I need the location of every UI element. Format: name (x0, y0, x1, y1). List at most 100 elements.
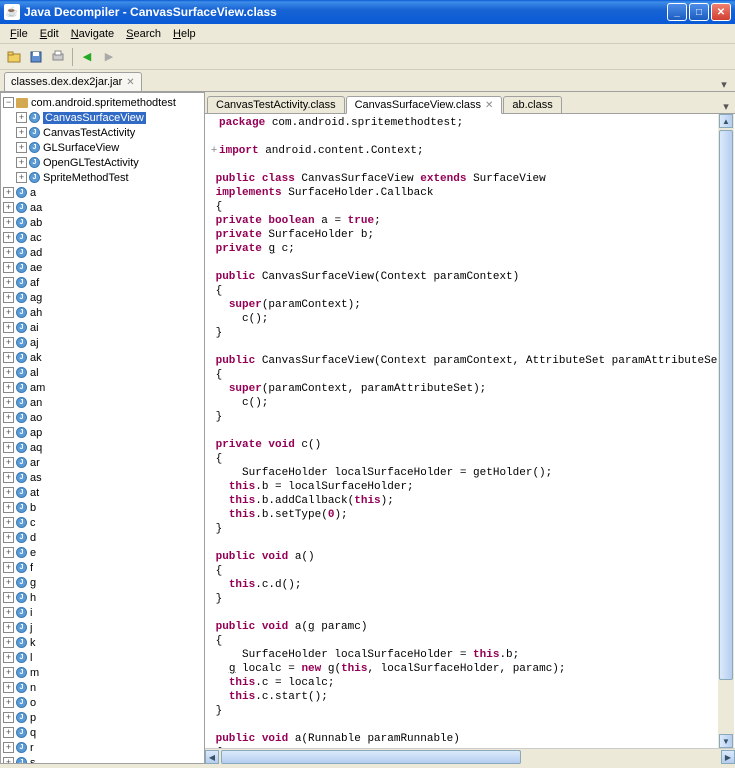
tree-row[interactable]: +Jan (1, 395, 204, 410)
tree-row[interactable]: +Jaf (1, 275, 204, 290)
scroll-thumb[interactable] (221, 750, 521, 764)
tree-row[interactable]: +Jac (1, 230, 204, 245)
tree-expander-icon[interactable]: + (3, 232, 14, 243)
tree-label[interactable]: ai (30, 322, 39, 334)
tree-row[interactable]: +Jp (1, 710, 204, 725)
tree-row[interactable]: +Jf (1, 560, 204, 575)
tree-expander-icon[interactable]: + (3, 412, 14, 423)
tree-label[interactable]: b (30, 502, 36, 514)
maximize-button[interactable]: □ (689, 3, 709, 21)
tree-label[interactable]: an (30, 397, 42, 409)
menu-file[interactable]: File (4, 26, 34, 42)
tree-label[interactable]: ar (30, 457, 40, 469)
tree-label[interactable]: ap (30, 427, 42, 439)
tree-expander-icon[interactable]: + (3, 472, 14, 483)
tree-expander-icon[interactable]: + (3, 742, 14, 753)
tree-row[interactable]: +Jaj (1, 335, 204, 350)
tree-row[interactable]: +Jaq (1, 440, 204, 455)
tree-label[interactable]: al (30, 367, 39, 379)
close-button[interactable]: ✕ (711, 3, 731, 21)
tree-row[interactable]: +Jl (1, 650, 204, 665)
editor-tab[interactable]: CanvasSurfaceView.class✕ (346, 96, 503, 114)
tree-expander-icon[interactable]: + (16, 157, 27, 168)
tree-row[interactable]: +Jae (1, 260, 204, 275)
tree-label[interactable]: k (30, 637, 36, 649)
tree-label[interactable]: ad (30, 247, 42, 259)
tree-row[interactable]: +Jg (1, 575, 204, 590)
tree-expander-icon[interactable]: + (3, 262, 14, 273)
tree-label[interactable]: f (30, 562, 33, 574)
package-tree[interactable]: − com.android.spritemethodtest+JCanvasSur… (0, 92, 205, 764)
tree-label[interactable]: ak (30, 352, 42, 364)
back-button[interactable]: ◀ (77, 47, 97, 67)
tree-expander-icon[interactable]: + (3, 187, 14, 198)
tree-label[interactable]: ab (30, 217, 42, 229)
tree-row[interactable]: +Je (1, 545, 204, 560)
tree-label[interactable]: com.android.spritemethodtest (31, 97, 176, 109)
tree-label[interactable]: aa (30, 202, 42, 214)
tree-row[interactable]: +Jj (1, 620, 204, 635)
tree-label[interactable]: aj (30, 337, 39, 349)
open-button[interactable] (4, 47, 24, 67)
tree-expander-icon[interactable]: + (3, 442, 14, 453)
tree-label[interactable]: h (30, 592, 36, 604)
tree-row[interactable]: +Jk (1, 635, 204, 650)
tree-expander-icon[interactable]: + (3, 277, 14, 288)
tree-row[interactable]: +Jo (1, 695, 204, 710)
tree-row[interactable]: +Jar (1, 455, 204, 470)
tree-label[interactable]: ag (30, 292, 42, 304)
menu-help[interactable]: Help (167, 26, 202, 42)
tree-row[interactable]: +Jag (1, 290, 204, 305)
tree-row[interactable]: +Jd (1, 530, 204, 545)
tree-expander-icon[interactable]: + (3, 547, 14, 558)
tree-row[interactable]: +JOpenGLTestActivity (1, 155, 204, 170)
tree-expander-icon[interactable]: + (3, 697, 14, 708)
tree-expander-icon[interactable]: + (3, 382, 14, 393)
tree-label[interactable]: p (30, 712, 36, 724)
tree-expander-icon[interactable]: + (3, 457, 14, 468)
menu-navigate[interactable]: Navigate (65, 26, 120, 42)
tree-label[interactable]: m (30, 667, 39, 679)
editor-tab[interactable]: ab.class (503, 96, 561, 113)
save-button[interactable] (26, 47, 46, 67)
tree-row[interactable]: +Jn (1, 680, 204, 695)
tree-row[interactable]: − com.android.spritemethodtest (1, 95, 204, 110)
tree-expander-icon[interactable]: + (3, 592, 14, 603)
tree-label[interactable]: c (30, 517, 36, 529)
tree-expander-icon[interactable]: + (3, 367, 14, 378)
tree-label[interactable]: d (30, 532, 36, 544)
tree-row[interactable]: +Jak (1, 350, 204, 365)
tree-expander-icon[interactable]: + (3, 607, 14, 618)
tree-row[interactable]: +Jas (1, 470, 204, 485)
tree-label[interactable]: q (30, 727, 36, 739)
tree-expander-icon[interactable]: + (3, 487, 14, 498)
tree-expander-icon[interactable]: + (3, 427, 14, 438)
tree-expander-icon[interactable]: − (3, 97, 14, 108)
tree-expander-icon[interactable]: + (16, 142, 27, 153)
tree-expander-icon[interactable]: + (3, 682, 14, 693)
tree-expander-icon[interactable]: + (3, 502, 14, 513)
scroll-up-icon[interactable]: ▲ (719, 114, 733, 128)
tree-row[interactable]: +JSpriteMethodTest (1, 170, 204, 185)
print-button[interactable] (48, 47, 68, 67)
tree-label[interactable]: i (30, 607, 32, 619)
tree-expander-icon[interactable]: + (3, 637, 14, 648)
tree-label[interactable]: ao (30, 412, 42, 424)
tree-expander-icon[interactable]: + (16, 172, 27, 183)
tree-row[interactable]: +Jm (1, 665, 204, 680)
tree-row[interactable]: +Jr (1, 740, 204, 755)
code-editor[interactable]: package com.android.spritemethodtest; +i… (205, 114, 735, 748)
tree-label[interactable]: as (30, 472, 42, 484)
tree-row[interactable]: +Jad (1, 245, 204, 260)
tree-expander-icon[interactable]: + (3, 202, 14, 213)
tree-row[interactable]: +Jh (1, 590, 204, 605)
tree-expander-icon[interactable]: + (16, 112, 27, 123)
tree-row[interactable]: +Jb (1, 500, 204, 515)
tree-label[interactable]: a (30, 187, 36, 199)
file-tab[interactable]: classes.dex.dex2jar.jar ✕ (4, 72, 142, 91)
tree-row[interactable]: +JCanvasSurfaceView (1, 110, 204, 125)
tree-expander-icon[interactable]: + (3, 757, 14, 764)
tab-dropdown-icon[interactable]: ▾ (717, 78, 731, 91)
tree-label[interactable]: SpriteMethodTest (43, 172, 129, 184)
tree-row[interactable]: +Ja (1, 185, 204, 200)
